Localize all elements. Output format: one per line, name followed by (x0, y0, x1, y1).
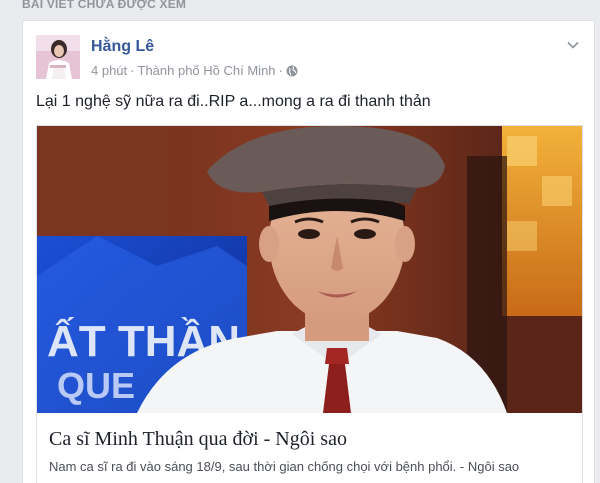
link-title[interactable]: Ca sĩ Minh Thuận qua đời - Ngôi sao (49, 427, 570, 451)
svg-text:QUE: QUE (57, 365, 135, 406)
post-card: Hằng Lê 4 phút · Thành phố Hồ Chí Minh ·… (22, 20, 595, 483)
globe-icon[interactable] (286, 65, 298, 77)
post-location[interactable]: Thành phố Hồ Chí Minh (138, 63, 276, 78)
link-preview-body[interactable]: Ca sĩ Minh Thuận qua đời - Ngôi sao Nam … (37, 413, 582, 483)
post-text: Lại 1 nghệ sỹ nữa ra đi..RIP a...mong a … (36, 93, 431, 110)
meta-separator: · (278, 63, 283, 78)
avatar-photo (36, 35, 80, 79)
singer-photo: ẤT THẦN QUE (37, 126, 582, 413)
link-preview[interactable]: ẤT THẦN QUE Ca sĩ Minh Thuận qua đời - N… (36, 125, 583, 483)
link-description: Nam ca sĩ ra đi vào sáng 18/9, sau thời … (49, 459, 520, 474)
link-preview-image[interactable]: ẤT THẦN QUE (37, 126, 582, 413)
author-name[interactable]: Hằng Lê (91, 38, 154, 56)
meta-separator: · (130, 63, 135, 78)
post-meta: 4 phút · Thành phố Hồ Chí Minh · (91, 63, 298, 78)
author-avatar[interactable] (36, 35, 80, 79)
post-time[interactable]: 4 phút (91, 63, 127, 78)
unseen-posts-header: BÀI VIẾT CHƯA ĐƯỢC XEM (22, 0, 187, 11)
chevron-down-icon[interactable] (566, 37, 580, 49)
